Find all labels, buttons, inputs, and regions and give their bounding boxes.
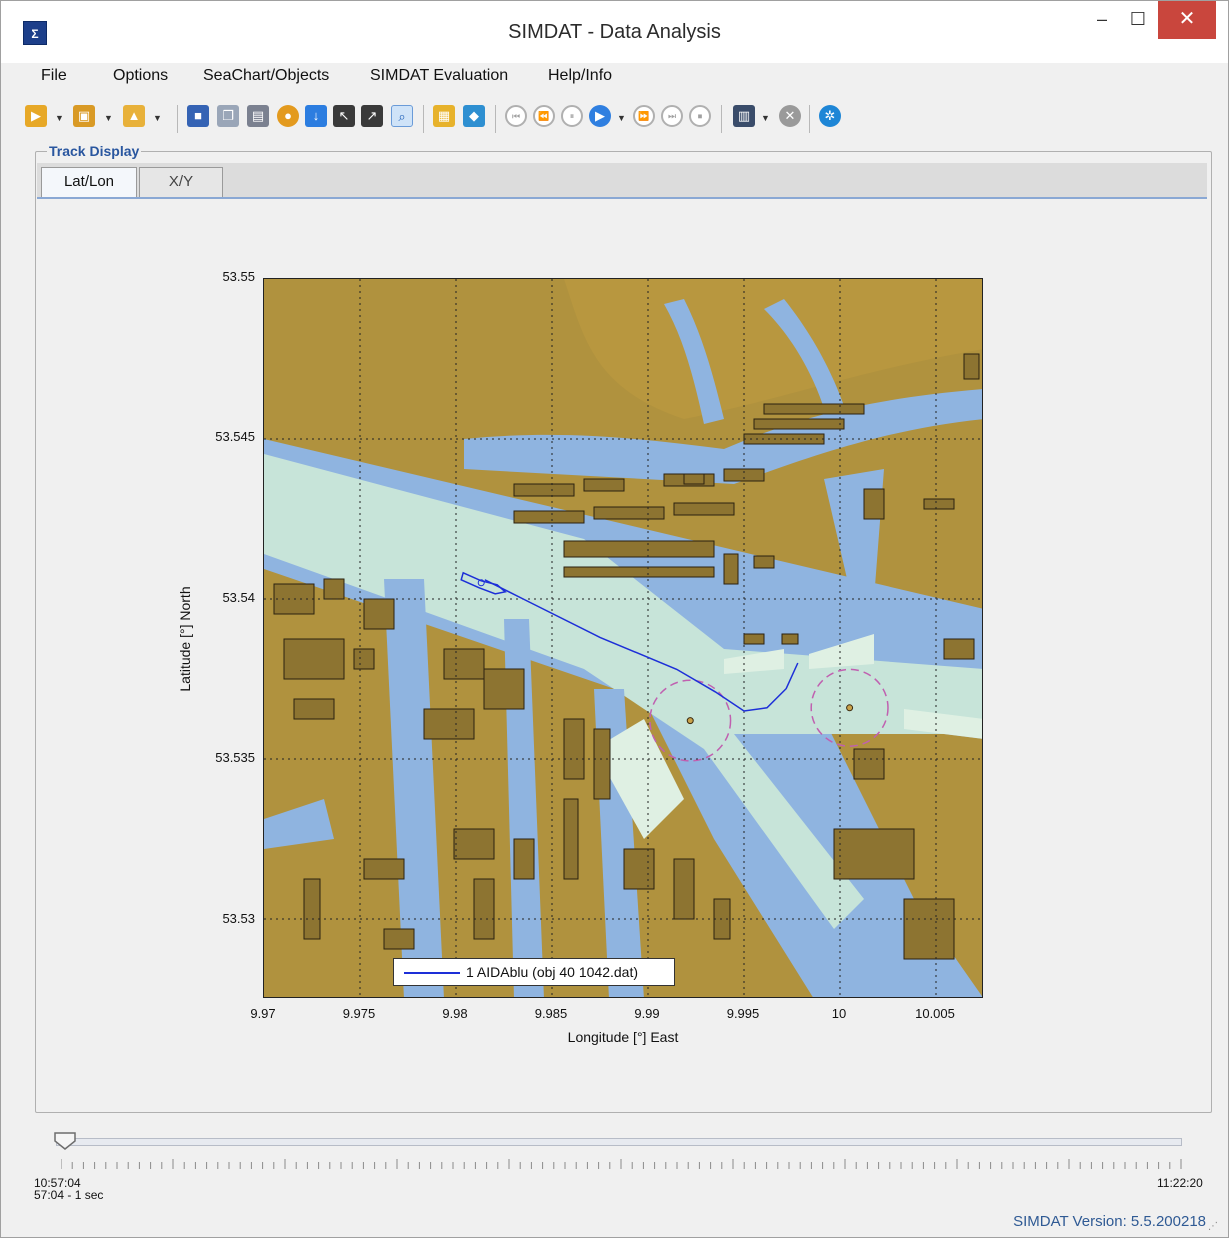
version-label: SIMDAT Version: 5.5.200218 xyxy=(1013,1213,1206,1230)
fast-forward-icon[interactable]: ⏩ xyxy=(633,105,655,127)
menu-simdat-evaluation[interactable]: SIMDAT Evaluation xyxy=(370,67,508,85)
menu-file[interactable]: File xyxy=(41,67,67,85)
print-icon[interactable]: ▤ xyxy=(247,105,269,127)
x-tick-label: 9.985 xyxy=(534,1006,568,1021)
open-folder-icon[interactable]: ▶ xyxy=(25,105,47,127)
tab-lat-lon[interactable]: Lat/Lon xyxy=(41,167,137,197)
chevron-down-icon[interactable]: ▼ xyxy=(153,113,162,123)
title-bar[interactable]: Σ SIMDAT - Data Analysis – ☐ ✕ xyxy=(1,1,1228,63)
book-icon[interactable]: ◆ xyxy=(463,105,485,127)
x-tick-label: 10 xyxy=(831,1006,847,1021)
x-tick-label: 9.99 xyxy=(634,1006,660,1021)
timeline-slider-thumb[interactable] xyxy=(53,1131,77,1151)
maximize-button[interactable]: ☐ xyxy=(1121,1,1155,39)
tab-strip: Lat/Lon X/Y xyxy=(37,163,1207,199)
sea-chart-svg xyxy=(264,279,982,997)
film-icon[interactable]: ▥ xyxy=(733,105,755,127)
rewind-icon[interactable]: ⏪ xyxy=(533,105,555,127)
import-icon[interactable]: ▣ xyxy=(73,105,95,127)
toolbar-separator xyxy=(177,105,178,133)
legend-entry: 1 AIDAblu (obj 40 1042.dat) xyxy=(466,964,639,980)
chevron-down-icon[interactable]: ▼ xyxy=(761,113,770,123)
globe-icon[interactable]: ● xyxy=(277,105,299,127)
legend-swatch xyxy=(404,972,460,974)
play-icon[interactable]: ▶ xyxy=(589,105,611,127)
arrow-up-left-icon[interactable]: ↖ xyxy=(333,105,355,127)
chart-legend: 1 AIDAblu (obj 40 1042.dat) xyxy=(393,958,675,986)
menu-help-info[interactable]: Help/Info xyxy=(548,67,612,85)
x-tick-label: 9.975 xyxy=(342,1006,376,1021)
menu-options[interactable]: Options xyxy=(113,67,168,85)
chart-plot-area[interactable] xyxy=(263,278,983,998)
toolbar-separator xyxy=(721,105,722,133)
report-icon[interactable]: ▦ xyxy=(433,105,455,127)
resize-grip-icon[interactable]: ⋰ xyxy=(1208,1221,1218,1232)
minimize-button[interactable]: – xyxy=(1085,1,1119,39)
arrow-up-right-icon[interactable]: ↗ xyxy=(361,105,383,127)
arrow-down-icon[interactable]: ↓ xyxy=(305,105,327,127)
x-tick-label: 10.005 xyxy=(915,1006,955,1021)
menu-bar: File Options SeaChart/Objects SIMDAT Eva… xyxy=(1,63,1228,91)
menu-seachart-objects[interactable]: SeaChart/Objects xyxy=(203,67,329,85)
export-icon[interactable]: ▲ xyxy=(123,105,145,127)
timeline-slider-track[interactable] xyxy=(56,1138,1182,1146)
stop-icon[interactable]: ⏹ xyxy=(689,105,711,127)
toolbar: ▶ ▼ ▣ ▼ ▲ ▼ ■ ❐ ▤ ● ↓ ↖ ↗ ⌕ ▦ ◆ ⏮ ⏪ ⏸ ▶ … xyxy=(1,101,1228,141)
pause-icon[interactable]: ⏸ xyxy=(561,105,583,127)
x-tick-label: 9.98 xyxy=(442,1006,468,1021)
group-title: Track Display xyxy=(47,143,142,159)
tab-x-y[interactable]: X/Y xyxy=(139,167,223,197)
skip-end-icon[interactable]: ⏭ xyxy=(661,105,683,127)
toolbar-separator xyxy=(809,105,810,133)
turning-circle-center xyxy=(686,717,694,725)
timeline-step: 57:04 - 1 sec xyxy=(34,1188,104,1202)
cancel-icon[interactable]: ✕ xyxy=(779,105,801,127)
chevron-down-icon[interactable]: ▼ xyxy=(617,113,626,123)
y-axis-label: Latitude [°] North xyxy=(177,586,193,692)
y-tick-label: 53.55 xyxy=(222,269,255,284)
zoom-icon[interactable]: ⌕ xyxy=(391,105,413,127)
toolbar-separator xyxy=(423,105,424,133)
chevron-down-icon[interactable]: ▼ xyxy=(104,113,113,123)
skip-start-icon[interactable]: ⏮ xyxy=(505,105,527,127)
timeline-ticks xyxy=(61,1159,1182,1169)
sea-chart-background xyxy=(264,279,982,997)
application-window: Σ SIMDAT - Data Analysis – ☐ ✕ File Opti… xyxy=(0,0,1229,1238)
save-icon[interactable]: ■ xyxy=(187,105,209,127)
timeline-end-time: 11:22:20 xyxy=(1157,1176,1203,1190)
chevron-down-icon[interactable]: ▼ xyxy=(55,113,64,123)
x-tick-label: 9.995 xyxy=(726,1006,760,1021)
settings-icon[interactable]: ✲ xyxy=(819,105,841,127)
toolbar-separator xyxy=(495,105,496,133)
y-tick-label: 53.53 xyxy=(222,911,255,926)
turning-circle-center xyxy=(846,704,854,712)
x-tick-label: 9.97 xyxy=(250,1006,276,1021)
x-axis-label: Longitude [°] East xyxy=(567,1029,679,1045)
close-button[interactable]: ✕ xyxy=(1158,1,1216,39)
copy-icon[interactable]: ❐ xyxy=(217,105,239,127)
y-tick-label: 53.545 xyxy=(215,429,255,444)
window-title: SIMDAT - Data Analysis xyxy=(508,21,721,43)
